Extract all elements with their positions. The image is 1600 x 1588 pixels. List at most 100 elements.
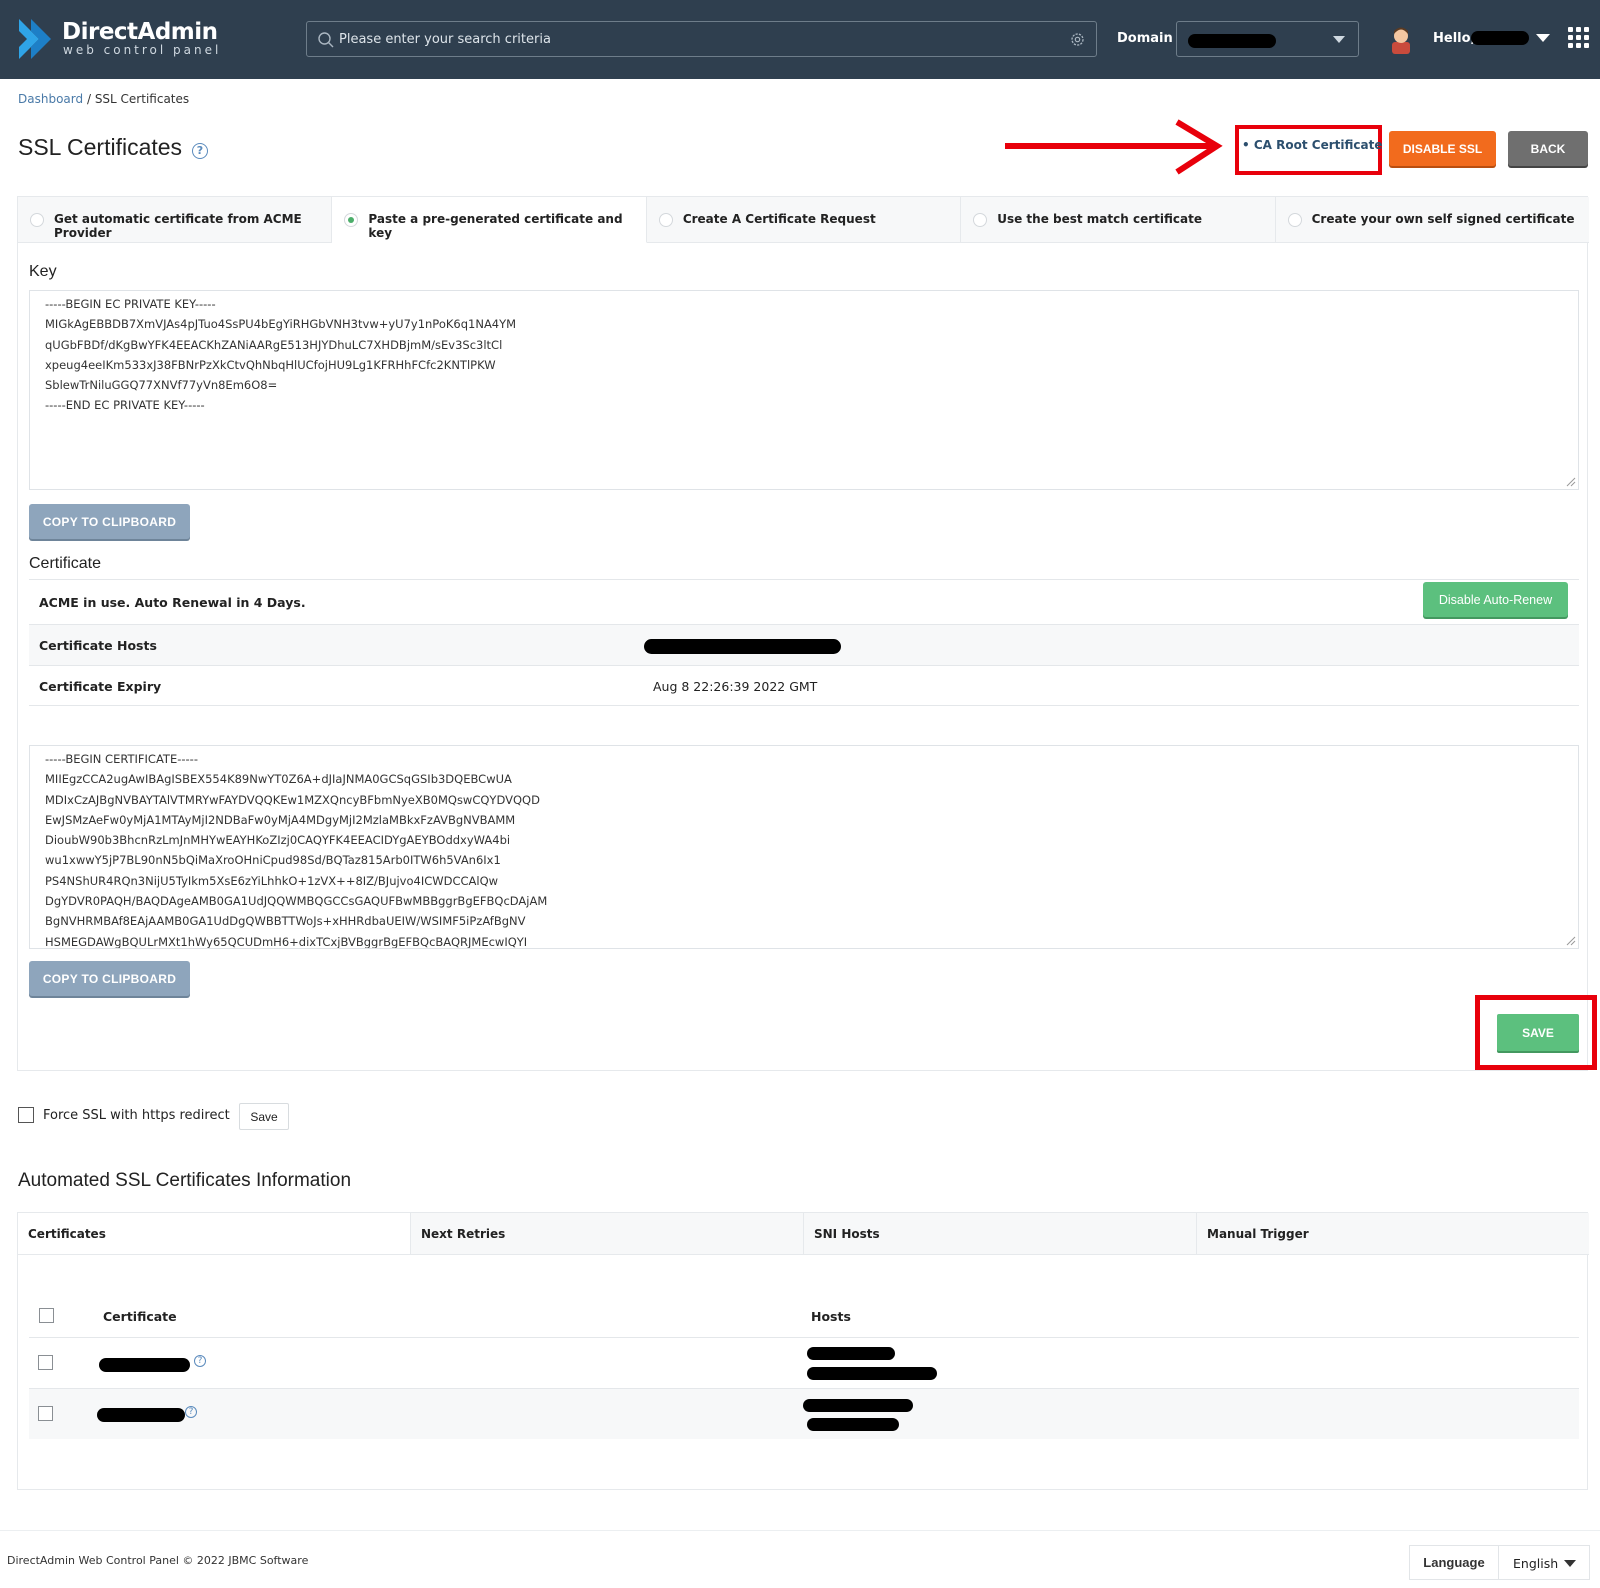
force-ssl-save-button[interactable]: Save xyxy=(239,1103,289,1130)
key-line: MIGkAgEBBDB7XmVJAs4pJTuo4SsPU4bEgYiRHGbV… xyxy=(45,317,517,332)
tab-certificate-request[interactable]: Create A Certificate Request xyxy=(646,197,962,243)
select-all-checkbox[interactable] xyxy=(39,1308,54,1323)
tab-radio[interactable] xyxy=(1287,213,1302,227)
search-input[interactable] xyxy=(339,24,1039,54)
table-row: ? xyxy=(29,1337,1579,1388)
copy-certificate-button[interactable]: COPY TO CLIPBOARD xyxy=(29,961,190,996)
tab-sni-hosts[interactable]: SNI Hosts xyxy=(804,1213,1197,1254)
automated-ssl-title: Automated SSL Certificates Information xyxy=(18,1170,352,1191)
certificate-line: EwJSMzAeFw0yMjA1MTAyMjI2NDBaFw0yMjA4MDgy… xyxy=(45,812,516,827)
breadcrumb-dashboard-link[interactable]: Dashboard xyxy=(18,92,83,106)
tab-acme[interactable]: Get automatic certificate from ACME Prov… xyxy=(18,197,333,243)
breadcrumb-current: SSL Certificates xyxy=(94,92,190,106)
certificate-section-label: Certificate xyxy=(29,555,102,572)
acme-status-row: ACME in use. Auto Renewal in 4 Days. xyxy=(29,579,1579,624)
domain-label: Domain xyxy=(1117,31,1173,46)
key-textarea[interactable]: -----BEGIN EC PRIVATE KEY----- MIGkAgEBB… xyxy=(29,290,1579,490)
copyright-text: DirectAdmin Web Control Panel © 2022 JBM… xyxy=(7,1554,309,1567)
certificate-expiry-label: Certificate Expiry xyxy=(39,679,162,694)
copy-key-button[interactable]: COPY TO CLIPBOARD xyxy=(29,504,190,539)
tab-label: Use the best match certificate xyxy=(997,212,1202,226)
tab-radio[interactable] xyxy=(658,213,673,227)
logo-subtitle: web control panel xyxy=(63,43,222,57)
key-section-label: Key xyxy=(29,263,57,280)
tab-label: Create A Certificate Request xyxy=(682,212,876,226)
redacted-username xyxy=(1471,31,1529,45)
certificate-column-header[interactable]: Certificate xyxy=(103,1309,177,1324)
annotation-arrow xyxy=(1005,119,1223,175)
resize-handle-icon[interactable] xyxy=(1566,477,1576,487)
tab-label: Manual Trigger xyxy=(1207,1227,1309,1241)
redacted-host xyxy=(803,1399,913,1412)
force-ssl-checkbox[interactable] xyxy=(18,1107,34,1123)
certificate-expiry-row: Certificate Expiry Aug 8 22:26:39 2022 G… xyxy=(29,665,1579,706)
tab-best-match[interactable]: Use the best match certificate xyxy=(961,197,1276,243)
certificate-hosts-row: Certificate Hosts xyxy=(29,624,1579,665)
logo-title[interactable]: DirectAdmin xyxy=(62,19,218,45)
redacted-host xyxy=(807,1367,937,1380)
help-icon[interactable]: ? xyxy=(185,1406,197,1418)
certificate-line: DioubW90b3BhcnRzLmJnMHYwEAYHKoZIzj0CAQYF… xyxy=(45,833,511,848)
disable-ssl-button[interactable]: DISABLE SSL xyxy=(1389,131,1496,166)
tab-radio-selected[interactable] xyxy=(344,213,359,227)
footer: DirectAdmin Web Control Panel © 2022 JBM… xyxy=(0,1530,1600,1588)
certificate-hosts-label: Certificate Hosts xyxy=(39,638,157,653)
language-button[interactable]: Language xyxy=(1409,1545,1499,1580)
hello-label: Hello, xyxy=(1433,31,1476,46)
table-row: ? xyxy=(29,1388,1579,1439)
directadmin-logo-icon[interactable] xyxy=(17,17,57,61)
hosts-column-header[interactable]: Hosts xyxy=(811,1309,851,1324)
redacted-domain xyxy=(1188,34,1276,48)
ssl-panel: Get automatic certificate from ACME Prov… xyxy=(17,196,1590,1071)
certificate-line: DgYDVR0PAQH/BAQDAgeAMB0GA1UdJQQWMBQGCCsG… xyxy=(45,894,548,909)
certificate-line: MDIxCzAJBgNVBAYTAlVTMRYwFAYDVQQKEw1MZXQn… xyxy=(45,792,540,807)
help-icon[interactable]: ? xyxy=(192,143,208,159)
certificate-textarea[interactable]: -----BEGIN CERTIFICATE----- MIIEgzCCA2ug… xyxy=(29,745,1579,949)
tab-paste-certificate[interactable]: Paste a pre-generated certificate and ke… xyxy=(332,197,647,243)
tab-next-retries[interactable]: Next Retries xyxy=(411,1213,804,1254)
tab-label: Create your own self signed certificate xyxy=(1311,212,1575,226)
resize-handle-icon[interactable] xyxy=(1566,936,1576,946)
acme-status-text: ACME in use. Auto Renewal in 4 Days. xyxy=(39,595,306,610)
top-navbar: DirectAdmin web control panel Domain Hel… xyxy=(0,0,1600,79)
tab-manual-trigger[interactable]: Manual Trigger xyxy=(1197,1213,1589,1254)
key-line: -----BEGIN EC PRIVATE KEY----- xyxy=(45,297,216,311)
search-icon xyxy=(318,32,334,48)
avatar-icon[interactable] xyxy=(1388,24,1414,54)
tab-radio[interactable] xyxy=(30,213,44,227)
user-menu-chevron-icon[interactable] xyxy=(1536,34,1550,42)
tab-label: Certificates xyxy=(28,1227,106,1241)
certificate-line: HSMEGDAWgBQULrMXt1hWy65QCUDmH6+dixTCxjBV… xyxy=(45,934,528,949)
language-select[interactable]: English xyxy=(1498,1545,1590,1580)
key-line: qUGbFBDf/dKgBwYFK4EEACKhZANiAARgE513HJYD… xyxy=(45,337,503,352)
row-checkbox[interactable] xyxy=(38,1406,53,1421)
tab-self-signed[interactable]: Create your own self signed certificate xyxy=(1275,197,1590,243)
breadcrumb-separator: / xyxy=(86,92,91,106)
save-button[interactable]: SAVE xyxy=(1497,1014,1579,1051)
domain-select[interactable] xyxy=(1176,21,1359,57)
automated-ssl-tabs: Certificates Next Retries SNI Hosts Manu… xyxy=(18,1213,1589,1255)
automated-ssl-panel: Certificates Next Retries SNI Hosts Manu… xyxy=(17,1212,1589,1490)
tab-label: Paste a pre-generated certificate and ke… xyxy=(368,212,623,240)
key-line: -----END EC PRIVATE KEY----- xyxy=(45,398,205,413)
row-checkbox[interactable] xyxy=(38,1355,53,1370)
redacted-hosts xyxy=(644,639,841,654)
redacted-host xyxy=(807,1418,899,1431)
tab-label: SNI Hosts xyxy=(814,1227,880,1241)
search-box[interactable] xyxy=(306,21,1097,57)
apps-grid-icon[interactable] xyxy=(1568,27,1590,49)
tab-radio[interactable] xyxy=(973,213,988,227)
back-button[interactable]: BACK xyxy=(1508,131,1588,166)
force-ssl-label: Force SSL with https redirect xyxy=(43,1108,230,1123)
ca-root-certificate-link[interactable]: • CA Root Certificate xyxy=(1242,138,1382,152)
gear-icon[interactable] xyxy=(1069,31,1086,48)
tab-certificates[interactable]: Certificates xyxy=(18,1213,411,1254)
tab-label: Get automatic certificate from ACME Prov… xyxy=(54,212,302,240)
language-value: English xyxy=(1513,1556,1559,1571)
help-icon[interactable]: ? xyxy=(194,1355,206,1367)
tab-label: Next Retries xyxy=(421,1227,506,1241)
disable-auto-renew-button[interactable]: Disable Auto-Renew xyxy=(1423,582,1568,617)
breadcrumb: Dashboard / SSL Certificates xyxy=(18,92,189,106)
redacted-certificate-name xyxy=(99,1358,190,1372)
certificate-mode-tabs: Get automatic certificate from ACME Prov… xyxy=(18,197,1590,243)
